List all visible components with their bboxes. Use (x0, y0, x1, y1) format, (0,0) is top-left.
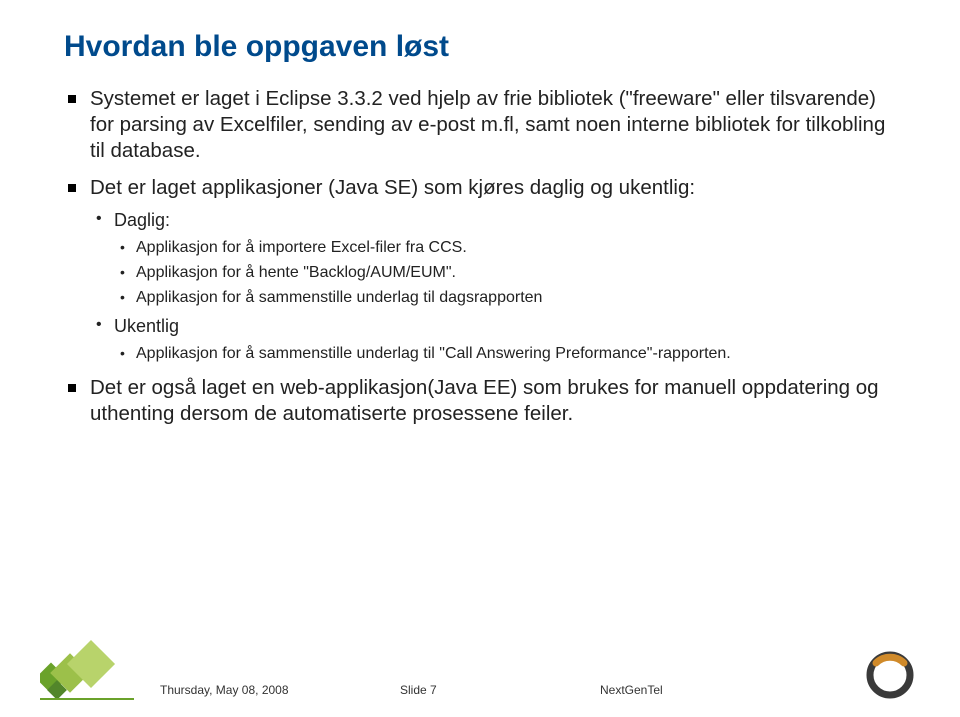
footer: Thursday, May 08, 2008 Slide 7 NextGenTe… (0, 683, 960, 697)
bullet-list: Systemet er laget i Eclipse 3.3.2 ved hj… (64, 86, 896, 427)
bullet-subitem: Daglig: Applikasjon for å importere Exce… (90, 209, 896, 309)
bullet-item: Det er laget applikasjoner (Java SE) som… (64, 175, 896, 365)
bullet-subsubitem: Applikasjon for å sammenstille underlag … (114, 344, 896, 365)
bullet-subsubitem: Applikasjon for å sammenstille underlag … (114, 288, 896, 309)
brand-logo-icon (864, 649, 916, 701)
footer-slide-number: Slide 7 (400, 683, 600, 697)
bullet-text: Daglig: (114, 210, 170, 230)
bullet-subitem: Ukentlig Applikasjon for å sammenstille … (90, 315, 896, 365)
slide: Hvordan ble oppgaven løst Systemet er la… (0, 0, 960, 717)
footer-date: Thursday, May 08, 2008 (160, 683, 400, 697)
bullet-text: Det er laget applikasjoner (Java SE) som… (90, 176, 695, 199)
bullet-subsublist: Applikasjon for å importere Excel-filer … (114, 238, 896, 308)
bullet-item: Det er også laget en web-applikasjon(Jav… (64, 375, 896, 427)
footer-brand: NextGenTel (600, 683, 820, 697)
bullet-item: Systemet er laget i Eclipse 3.3.2 ved hj… (64, 86, 896, 165)
bullet-subsubitem: Applikasjon for å hente "Backlog/AUM/EUM… (114, 263, 896, 284)
page-title: Hvordan ble oppgaven løst (64, 30, 896, 64)
bullet-text: Ukentlig (114, 316, 179, 336)
bullet-subsubitem: Applikasjon for å importere Excel-filer … (114, 238, 896, 259)
bullet-subsublist: Applikasjon for å sammenstille underlag … (114, 344, 896, 365)
bullet-sublist: Daglig: Applikasjon for å importere Exce… (90, 209, 896, 365)
